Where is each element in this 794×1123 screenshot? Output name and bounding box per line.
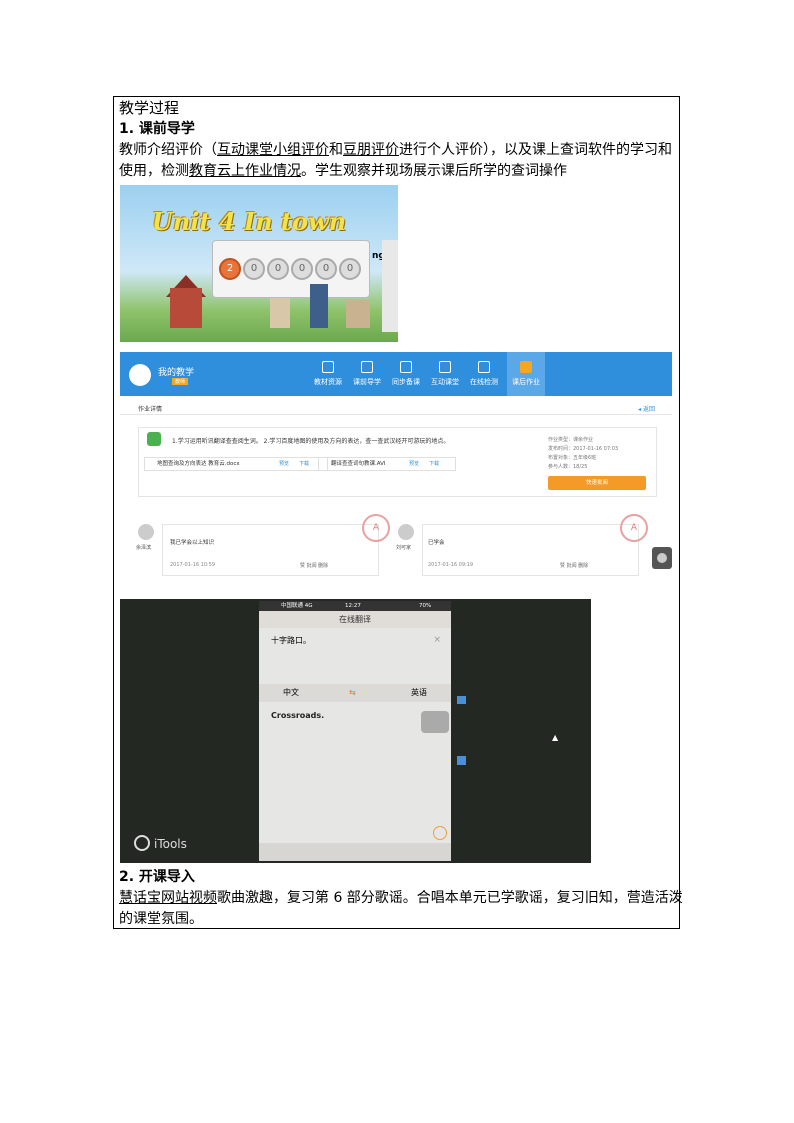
grade-stamp-icon: A [362, 514, 390, 542]
carrier-label: 中国联通 4G [281, 603, 313, 609]
publish-time: 发布时间：2017-01-16 07:03 [548, 446, 619, 452]
my-teaching-label: 我的教学 [158, 368, 195, 378]
itools-logo: iTools [134, 835, 187, 851]
comment-actions[interactable]: 赞 批阅 删除 [560, 562, 588, 569]
tab-homework[interactable]: 课后作业 [507, 352, 545, 396]
section1-line2: 使用，检测教育云上作业情况。学生观察并现场展示课后所学的查词操作 [119, 163, 567, 179]
phone-screen: 中国联通 4G 12:27 70% 在线翻译 十字路口。 × 中文 ⇆ 英语 C… [259, 601, 451, 861]
homework-requirement: 1.学习运用听讯翻译查查阅生词。 2.学习百度地图的使用及方向的表达，查一查武汉… [172, 438, 450, 445]
comment-date: 2017-01-16 09:19 [428, 562, 474, 568]
monitor-icon [439, 361, 451, 373]
itools-logo-icon [134, 835, 150, 851]
edit-icon [147, 432, 161, 446]
tab-preview[interactable]: 课前导学 [348, 352, 386, 396]
swap-icon[interactable]: ⇆ [349, 684, 356, 702]
bottom-tab-bar[interactable] [259, 843, 451, 861]
house-icon [270, 298, 290, 328]
house-icon [346, 300, 370, 328]
section2-title: 2. 开课导入 [119, 869, 195, 885]
attachment-file[interactable]: 地图查询及方向表达 教育云.docx 预览 下载 [144, 457, 328, 471]
preview-link[interactable]: 预览 [279, 458, 289, 470]
tab-prep[interactable]: 同步备课 [387, 352, 425, 396]
avatar [138, 524, 154, 540]
download-link[interactable]: 下载 [429, 458, 439, 470]
preview-link[interactable]: 预览 [409, 458, 419, 470]
play-icon[interactable] [433, 826, 447, 840]
commenter-name: 刘可家 [396, 545, 412, 551]
avatar[interactable] [129, 364, 151, 386]
score-badge-icon[interactable]: 0 [315, 258, 337, 280]
attachment-file[interactable]: 翻译查查词句教课.AVI 预览 下载 [318, 457, 456, 471]
comment-text: 我已学会以上知识 [170, 540, 215, 546]
clock-label: 12:27 [345, 603, 361, 609]
section1-title: 1. 课前导学 [119, 121, 195, 137]
tab-textbook[interactable]: 教材资源 [309, 352, 347, 396]
heading: 教学过程 [119, 99, 180, 117]
avatar [398, 524, 414, 540]
download-link[interactable]: 下载 [299, 458, 309, 470]
back-link[interactable]: ◂ 返回 [638, 404, 655, 413]
close-icon[interactable]: × [433, 635, 441, 645]
briefcase-icon [520, 361, 532, 373]
teaching-platform-screenshot: 我的教学 教师 教材资源 课前导学 同步备课 互动课堂 在线检测 课后作业 作业… [120, 352, 672, 588]
section2-line2: 的课堂氛围。 [119, 911, 203, 927]
tab-online-test[interactable]: 在线检测 [465, 352, 503, 396]
quick-review-button[interactable]: 快速批阅 [548, 476, 646, 490]
cursor-icon: ▲ [552, 733, 559, 742]
house-icon [170, 288, 202, 328]
score-badge-icon[interactable]: 0 [291, 258, 313, 280]
tab-classroom[interactable]: 互动课堂 [426, 352, 464, 396]
grade-stamp-icon: A [620, 514, 648, 542]
lang-from-button[interactable]: 中文 [283, 684, 299, 702]
score-badge-icon[interactable]: 0 [267, 258, 289, 280]
toolbar-icon[interactable] [457, 756, 466, 765]
participant-count: 参与人数：18/25 [548, 464, 588, 470]
check-icon [478, 361, 490, 373]
folder-icon [322, 361, 334, 373]
app-title: 在线翻译 [339, 615, 371, 624]
role-badge: 教师 [172, 378, 189, 385]
score-badge-icon[interactable]: 0 [243, 258, 265, 280]
target-class: 布置对象：五年级6班 [548, 455, 597, 461]
status-bar: 中国联通 4G 12:27 70% [259, 601, 451, 611]
image-thumbnail[interactable] [421, 711, 449, 733]
evaluation-panel: 2 0 0 0 0 0 [212, 240, 370, 298]
language-bar: 中文 ⇆ 英语 [259, 684, 451, 702]
battery-label: 70% [419, 603, 432, 609]
section1-line1: 教师介绍评价（互动课堂小组评价和豆朋评价进行个人评价），以及课上查词软件的学习和 [119, 142, 672, 158]
slide-toolbar[interactable] [382, 240, 398, 332]
homework-type: 作业类型：课余作业 [548, 437, 594, 443]
phone-translation-screenshot: 中国联通 4G 12:27 70% 在线翻译 十字路口。 × 中文 ⇆ 英语 C… [120, 599, 591, 863]
app-header: 在线翻译 [259, 611, 451, 628]
breadcrumb: 作业详情 [138, 406, 163, 413]
camera-icon[interactable] [457, 696, 466, 704]
divider [120, 414, 672, 415]
score-badge-icon[interactable]: 0 [339, 258, 361, 280]
comment-date: 2017-01-16 10:59 [170, 562, 216, 568]
link-edu-cloud[interactable]: 教育云上作业情况 [189, 163, 301, 179]
translation-result: Crossroads. [271, 711, 325, 720]
floating-button[interactable] [652, 547, 672, 569]
lang-to-button[interactable]: 英语 [411, 684, 427, 702]
document-icon [361, 361, 373, 373]
score-badge-icon[interactable]: 2 [219, 258, 241, 280]
commenter-name: 余泽滨 [136, 545, 152, 551]
comment-card [162, 524, 379, 576]
link-website-video[interactable]: 慧话宝网站视频 [119, 890, 217, 906]
comment-card [422, 524, 639, 576]
source-text[interactable]: 十字路口。 [271, 635, 311, 646]
unit4-slide-image: Unit 4 In town 2 0 0 0 0 0 ng [120, 185, 398, 342]
edit-icon [400, 361, 412, 373]
link-doupeng-evaluation[interactable]: 豆朋评价 [343, 142, 399, 158]
tower-icon [310, 284, 328, 328]
comment-text: 已学会 [428, 540, 445, 546]
comment-actions[interactable]: 赞 批阅 删除 [300, 562, 328, 569]
section2-line1: 慧话宝网站视频歌曲激趣，复习第 6 部分歌谣。合唱本单元已学歌谣，复习旧知，营造… [119, 890, 683, 906]
slide-title: Unit 4 In town [152, 207, 347, 236]
circle-icon [657, 553, 667, 563]
link-group-evaluation[interactable]: 互动课堂小组评价 [217, 142, 329, 158]
